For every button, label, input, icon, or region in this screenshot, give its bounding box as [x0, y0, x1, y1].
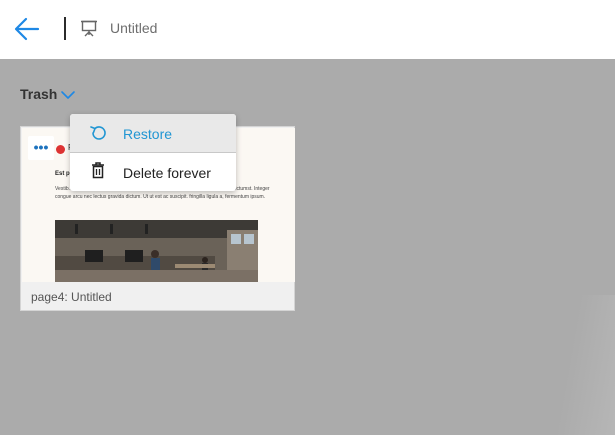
restore-label: Restore — [123, 126, 173, 142]
breadcrumb-trash[interactable]: Trash — [20, 86, 57, 102]
context-menu: Restore Delete forever — [70, 114, 236, 191]
document-title[interactable]: Untitled — [110, 20, 157, 36]
logo-icon — [56, 145, 65, 154]
arrow-left-icon[interactable] — [12, 14, 42, 44]
delete-forever-label: Delete forever — [123, 165, 211, 181]
header-divider — [64, 17, 66, 40]
top-bar: Untitled — [0, 0, 615, 59]
restore-icon — [90, 126, 106, 140]
delete-forever-menu-item[interactable]: Delete forever — [70, 153, 236, 191]
chevron-down-icon[interactable] — [60, 89, 76, 101]
restore-menu-item[interactable]: Restore — [70, 114, 236, 153]
card-label: page4: Untitled — [31, 290, 112, 304]
background-shade — [555, 295, 615, 435]
trash-icon — [92, 162, 104, 179]
ellipsis-icon[interactable]: ••• — [28, 136, 54, 160]
office-photo-image — [55, 220, 258, 282]
presentation-icon — [81, 20, 97, 37]
